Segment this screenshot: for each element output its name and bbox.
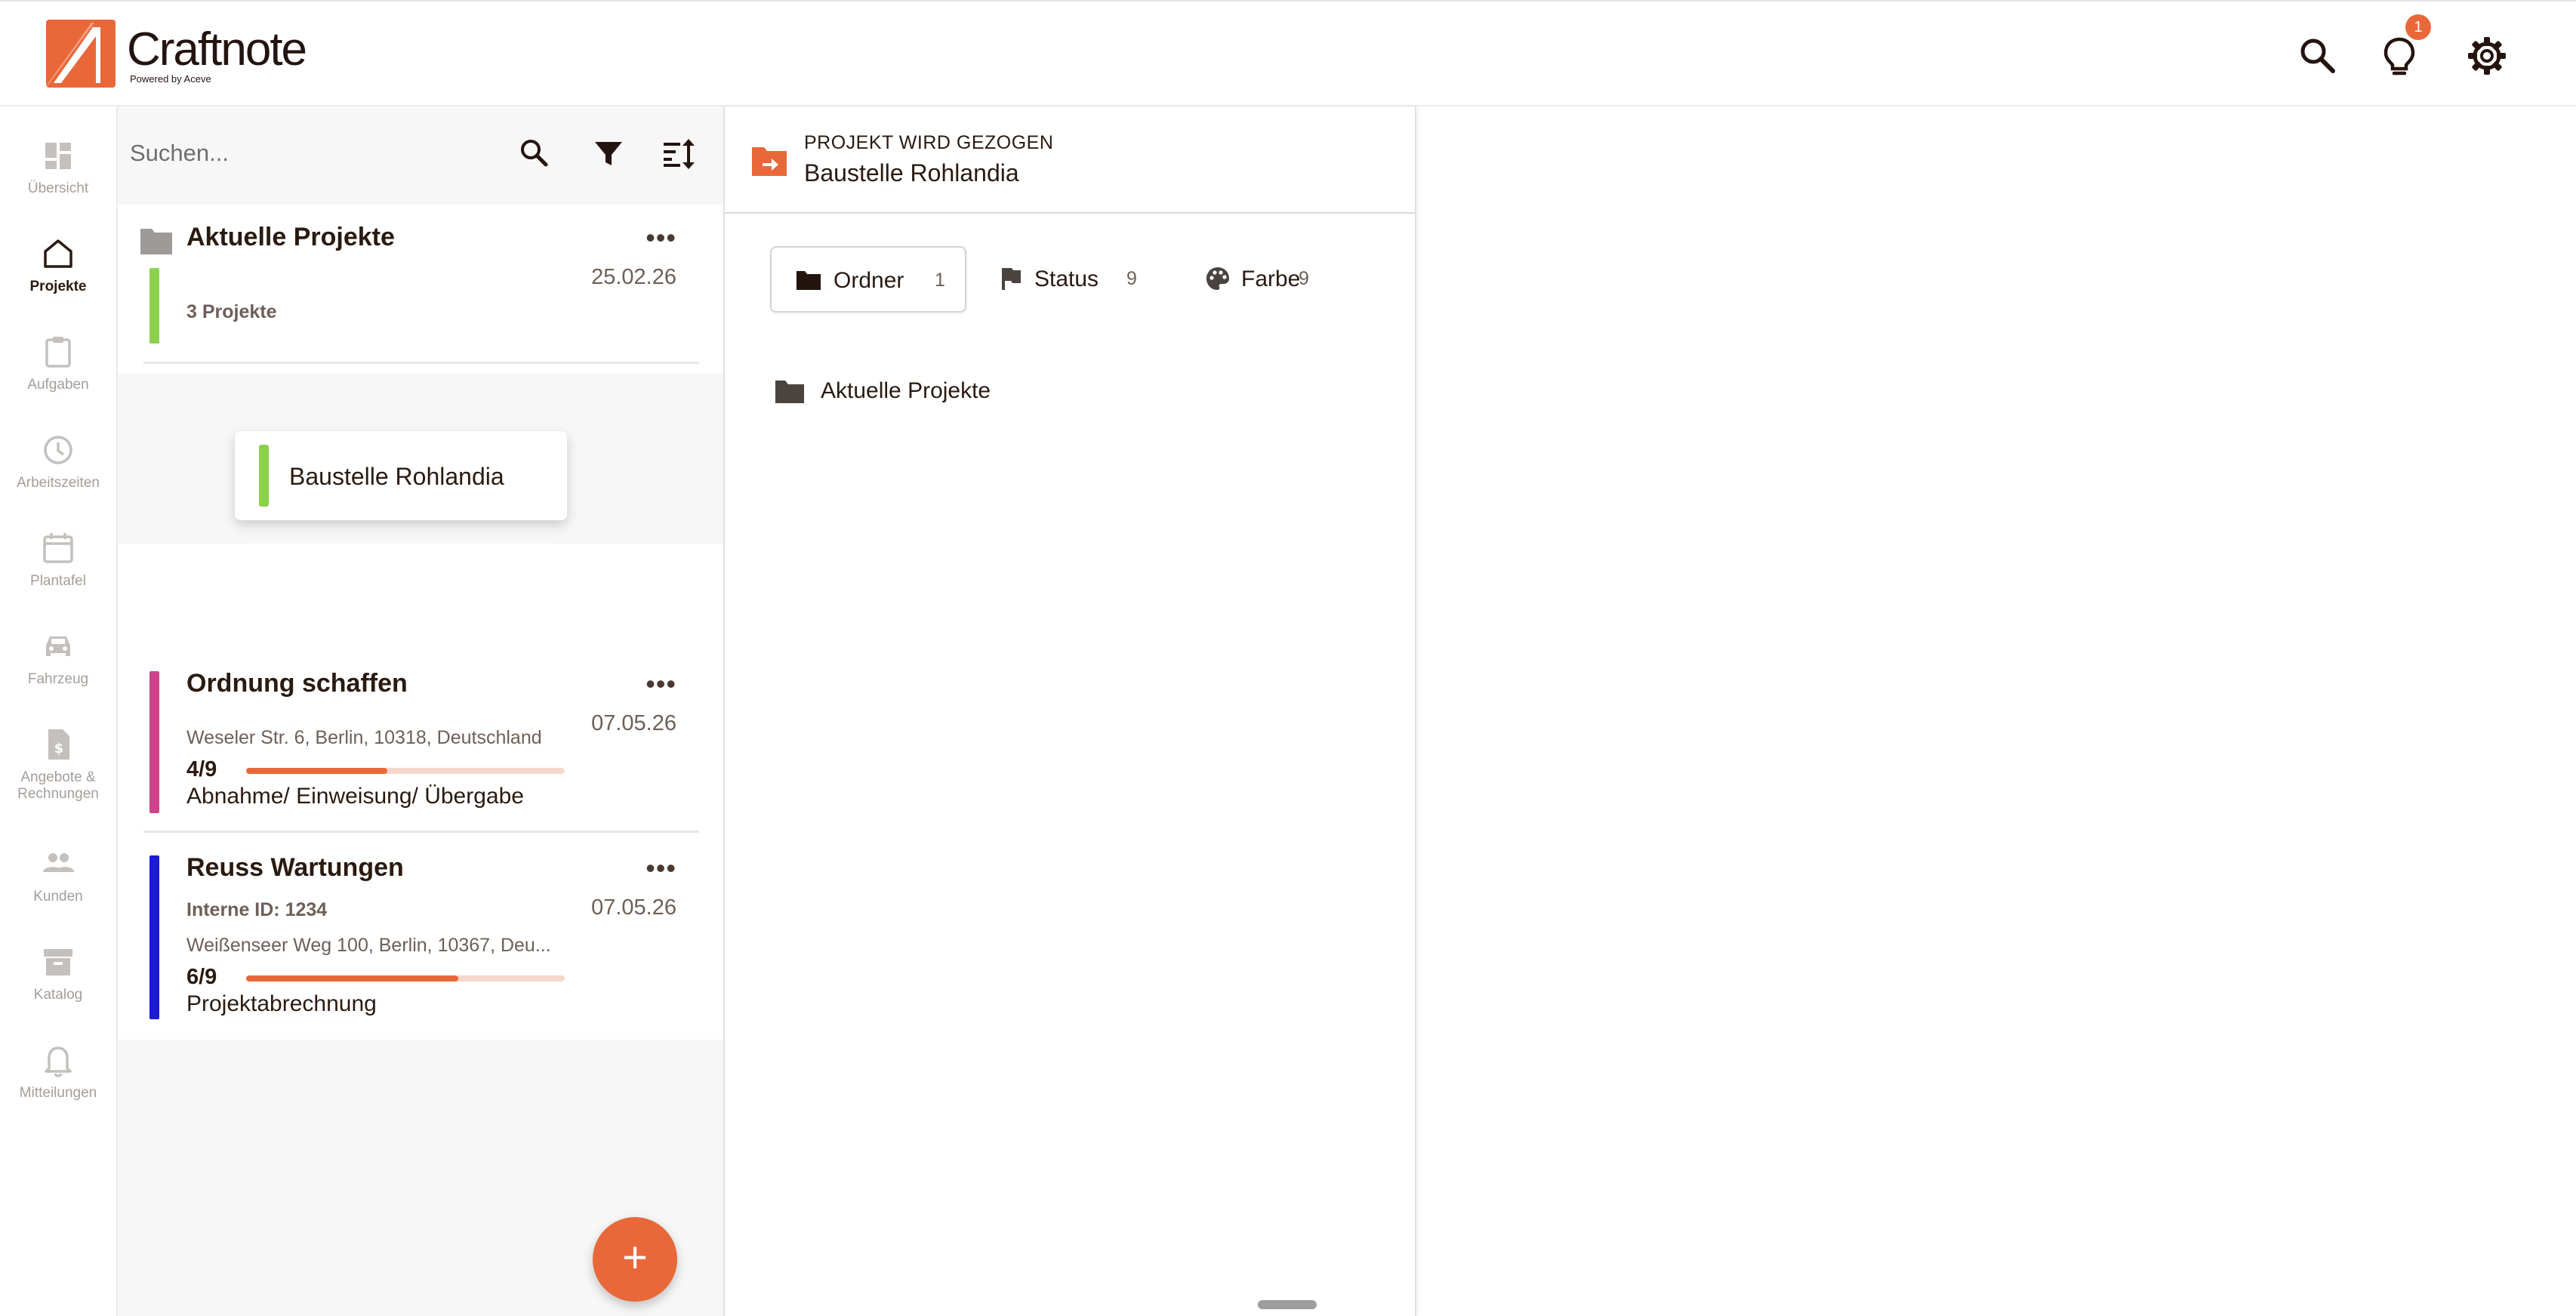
- nav-item-vehicle[interactable]: Fahrzeug: [0, 627, 116, 688]
- color-bar: [149, 268, 159, 344]
- progress-bar: [246, 975, 565, 982]
- archive-icon: [44, 949, 72, 975]
- project-card[interactable]: Reuss Wartungen ••• 07.05.26 Interne ID:…: [118, 833, 723, 1040]
- search-input[interactable]: Suchen...: [130, 140, 229, 167]
- nav-item-projects[interactable]: Projekte: [0, 235, 116, 295]
- craftnote-logo-icon[interactable]: [46, 20, 116, 88]
- project-title: Ordnung schaffen: [186, 669, 408, 698]
- nav-label: Mitteilungen: [19, 1085, 97, 1101]
- nav-label: Kunden: [33, 889, 83, 905]
- nav-item-customers[interactable]: Kunden: [0, 845, 116, 905]
- tab-status[interactable]: Status 9: [998, 246, 1157, 313]
- tab-count: 1: [935, 270, 945, 291]
- color-bar: [149, 855, 159, 1019]
- clipboard-icon: [45, 337, 71, 368]
- divider: [143, 362, 699, 364]
- progress-bar: [246, 768, 565, 774]
- project-stage: Abnahme/ Einweisung/ Übergabe: [186, 784, 524, 809]
- notification-badge: 1: [2405, 14, 2431, 40]
- progress-count: 6/9: [186, 965, 217, 989]
- nav-item-worktime[interactable]: Arbeitszeiten: [0, 431, 116, 492]
- move-panel-kicker: PROJEKT WIRD GEZOGEN: [804, 132, 1054, 153]
- nav-label: Fahrzeug: [27, 671, 89, 687]
- project-stage: Projektabrechnung: [186, 991, 377, 1016]
- tab-count: 9: [1126, 268, 1137, 289]
- nav-item-tasks[interactable]: Aufgaben: [0, 333, 116, 393]
- project-address: Weseler Str. 6, Berlin, 10318, Deutschla…: [186, 727, 542, 748]
- project-date: 07.05.26: [591, 711, 676, 735]
- tab-label: Ordner: [834, 268, 904, 293]
- home-icon: [44, 239, 72, 268]
- more-options-icon[interactable]: •••: [646, 670, 676, 698]
- folder-move-icon: [752, 147, 787, 176]
- palette-icon: [1206, 267, 1229, 290]
- nav-label: Projekte: [29, 279, 87, 294]
- project-title: Reuss Wartungen: [186, 853, 404, 882]
- nav-item-notifications[interactable]: Mitteilungen: [0, 1041, 116, 1102]
- svg-text:$: $: [54, 741, 64, 757]
- more-options-icon[interactable]: •••: [646, 855, 676, 882]
- flag-icon: [1002, 268, 1021, 290]
- tab-color[interactable]: Farbe 9: [1205, 246, 1363, 313]
- bell-icon: [45, 1046, 72, 1077]
- filter-icon[interactable]: [590, 135, 627, 171]
- nav-label: Arbeitszeiten: [17, 475, 100, 491]
- nav-label: Übersicht: [27, 180, 89, 196]
- folder-icon: [775, 381, 804, 403]
- tab-label: Farbe: [1241, 267, 1301, 291]
- lightbulb-icon[interactable]: [2378, 35, 2420, 77]
- add-project-button[interactable]: +: [593, 1217, 677, 1302]
- nav-label: Plantafel: [30, 573, 86, 589]
- nav-item-overview[interactable]: Übersicht: [0, 137, 116, 197]
- tab-count: 9: [1299, 268, 1309, 289]
- people-icon: [43, 853, 74, 872]
- color-bar: [259, 445, 269, 507]
- folder-title: Aktuelle Projekte: [186, 223, 395, 251]
- move-panel-title: Baustelle Rohlandia: [804, 159, 1019, 186]
- folder-count: 3 Projekte: [186, 301, 277, 322]
- tab-folder[interactable]: Ordner 1: [770, 246, 966, 313]
- more-options-icon[interactable]: •••: [646, 224, 676, 251]
- nav-item-schedule[interactable]: Plantafel: [0, 529, 116, 590]
- project-internal-id: Interne ID: 1234: [186, 899, 328, 920]
- color-bar: [149, 671, 159, 813]
- project-date: 07.05.26: [591, 895, 676, 920]
- project-address: Weißenseer Weg 100, Berlin, 10367, Deu..…: [186, 935, 551, 956]
- folder-card[interactable]: Aktuelle Projekte ••• 25.02.26 3 Projekt…: [118, 205, 723, 374]
- search-icon[interactable]: [2297, 35, 2339, 77]
- search-icon[interactable]: [516, 135, 553, 171]
- folder-icon: [140, 229, 172, 254]
- app-tagline: Powered by Aceve: [130, 73, 211, 85]
- invoice-icon: $: [48, 729, 69, 760]
- nav-item-catalog[interactable]: Katalog: [0, 943, 116, 1003]
- dragged-project[interactable]: Baustelle Rohlandia: [235, 431, 567, 520]
- gear-icon[interactable]: [2466, 35, 2508, 77]
- car-icon: [46, 636, 70, 656]
- app-name: Craftnote: [127, 23, 307, 76]
- progress-fill: [246, 975, 459, 982]
- sidebar-nav: Übersicht Projekte Aufgaben Arbeitszeite…: [0, 106, 118, 1316]
- nav-label: Angebote & Rechnungen: [17, 769, 99, 802]
- folder-option-label: Aktuelle Projekte: [821, 378, 991, 403]
- nav-label: Aufgaben: [27, 377, 89, 393]
- folder-icon: [797, 271, 821, 290]
- tab-label: Status: [1034, 267, 1099, 291]
- nav-item-invoices[interactable]: $ Angebote & Rechnungen: [0, 726, 116, 803]
- dashboard-icon: [45, 143, 71, 169]
- move-panel-header: PROJEKT WIRD GEZOGEN Baustelle Rohlandia: [725, 106, 1415, 214]
- project-card[interactable]: Ordnung schaffen ••• 07.05.26 Weseler St…: [118, 544, 723, 834]
- dragged-project-title: Baustelle Rohlandia: [289, 463, 504, 490]
- app-header: Craftnote Powered by Aceve 1: [0, 0, 2576, 106]
- calendar-icon: [43, 533, 73, 563]
- resize-handle[interactable]: [1258, 1300, 1317, 1309]
- move-project-panel: PROJEKT WIRD GEZOGEN Baustelle Rohlandia…: [723, 106, 1416, 1316]
- progress-fill: [246, 768, 388, 774]
- project-list-panel: Suchen... Aktuelle Projekte ••• 25.02.26…: [118, 106, 723, 1316]
- folder-date: 25.02.26: [591, 265, 676, 289]
- sort-icon[interactable]: [661, 135, 697, 171]
- nav-label: Katalog: [33, 987, 83, 1003]
- progress-count: 4/9: [186, 757, 217, 781]
- clock-icon: [44, 436, 72, 464]
